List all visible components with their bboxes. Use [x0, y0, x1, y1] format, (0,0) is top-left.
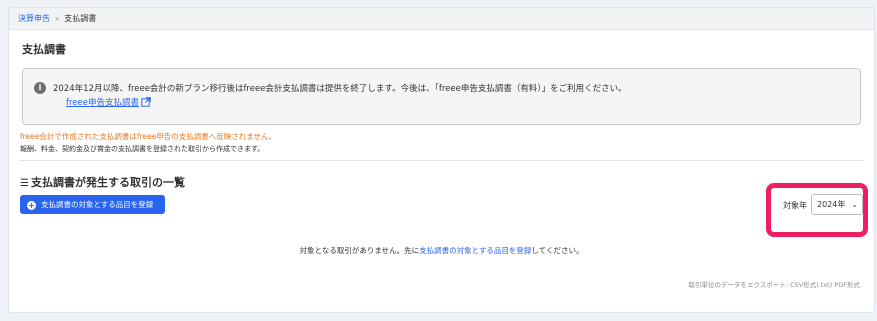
list-icon: ☰ — [20, 178, 29, 189]
divider — [19, 160, 864, 161]
info-icon: i — [34, 82, 46, 94]
add-item-button[interactable]: + 支払調書の対象とする品目を登録 — [20, 195, 165, 214]
section-heading-label: 支払調書が発生する取引の一覧 — [30, 176, 185, 189]
description-text: 報酬、料金、契約金及び賞金の支払調書を登録された取引から作成できます。 — [20, 145, 265, 153]
empty-message: 対象となる取引がありません。先に支払調書の対象とする品目を登録してください。 — [9, 245, 874, 256]
notice-link[interactable]: freee申告支払調書 — [66, 96, 151, 108]
export-text: 取引単位のデータをエクスポート: CSV形式(.txt) PDF形式 — [688, 281, 860, 289]
breadcrumb-current: 支払調書 — [64, 14, 97, 23]
breadcrumb-link-settlement[interactable]: 決算申告 — [18, 14, 50, 23]
section-heading: ☰ 支払調書が発生する取引の一覧 — [20, 174, 185, 190]
breadcrumb-separator: » — [55, 15, 60, 23]
notice-link-label[interactable]: freee申告支払調書 — [66, 98, 139, 108]
add-item-button-label[interactable]: 支払調書の対象とする品目を登録 — [41, 200, 153, 209]
chevron-down-icon: ⌄ — [851, 200, 858, 209]
breadcrumb: 決算申告 » 支払調書 — [9, 8, 874, 30]
empty-message-after: してください。 — [531, 246, 584, 255]
year-select[interactable]: 2024年 ⌄ — [811, 194, 863, 215]
year-select-value[interactable]: 2024年 — [817, 200, 845, 209]
notice-text: 2024年12月以降、freee会計の新プラン移行後はfreee会計支払調書は提… — [53, 84, 627, 94]
empty-message-link[interactable]: 支払調書の対象とする品目を登録 — [419, 246, 531, 255]
external-link-icon — [141, 97, 151, 107]
main-panel: 決算申告 » 支払調書 支払調書 i 2024年12月以降、freee会計の新プラン… — [8, 7, 875, 313]
warning-text: freee会計で作成された支払調書はfreee申告の支払調書へ反映されません。 — [20, 132, 277, 141]
notice-box: i 2024年12月以降、freee会計の新プラン移行後はfreee会計支払調書… — [22, 68, 861, 125]
year-filter-label: 対象年 — [783, 201, 807, 210]
plus-icon: + — [27, 201, 36, 210]
empty-message-before: 対象となる取引がありません。先に — [299, 246, 420, 255]
page-title: 支払調書 — [22, 43, 66, 56]
